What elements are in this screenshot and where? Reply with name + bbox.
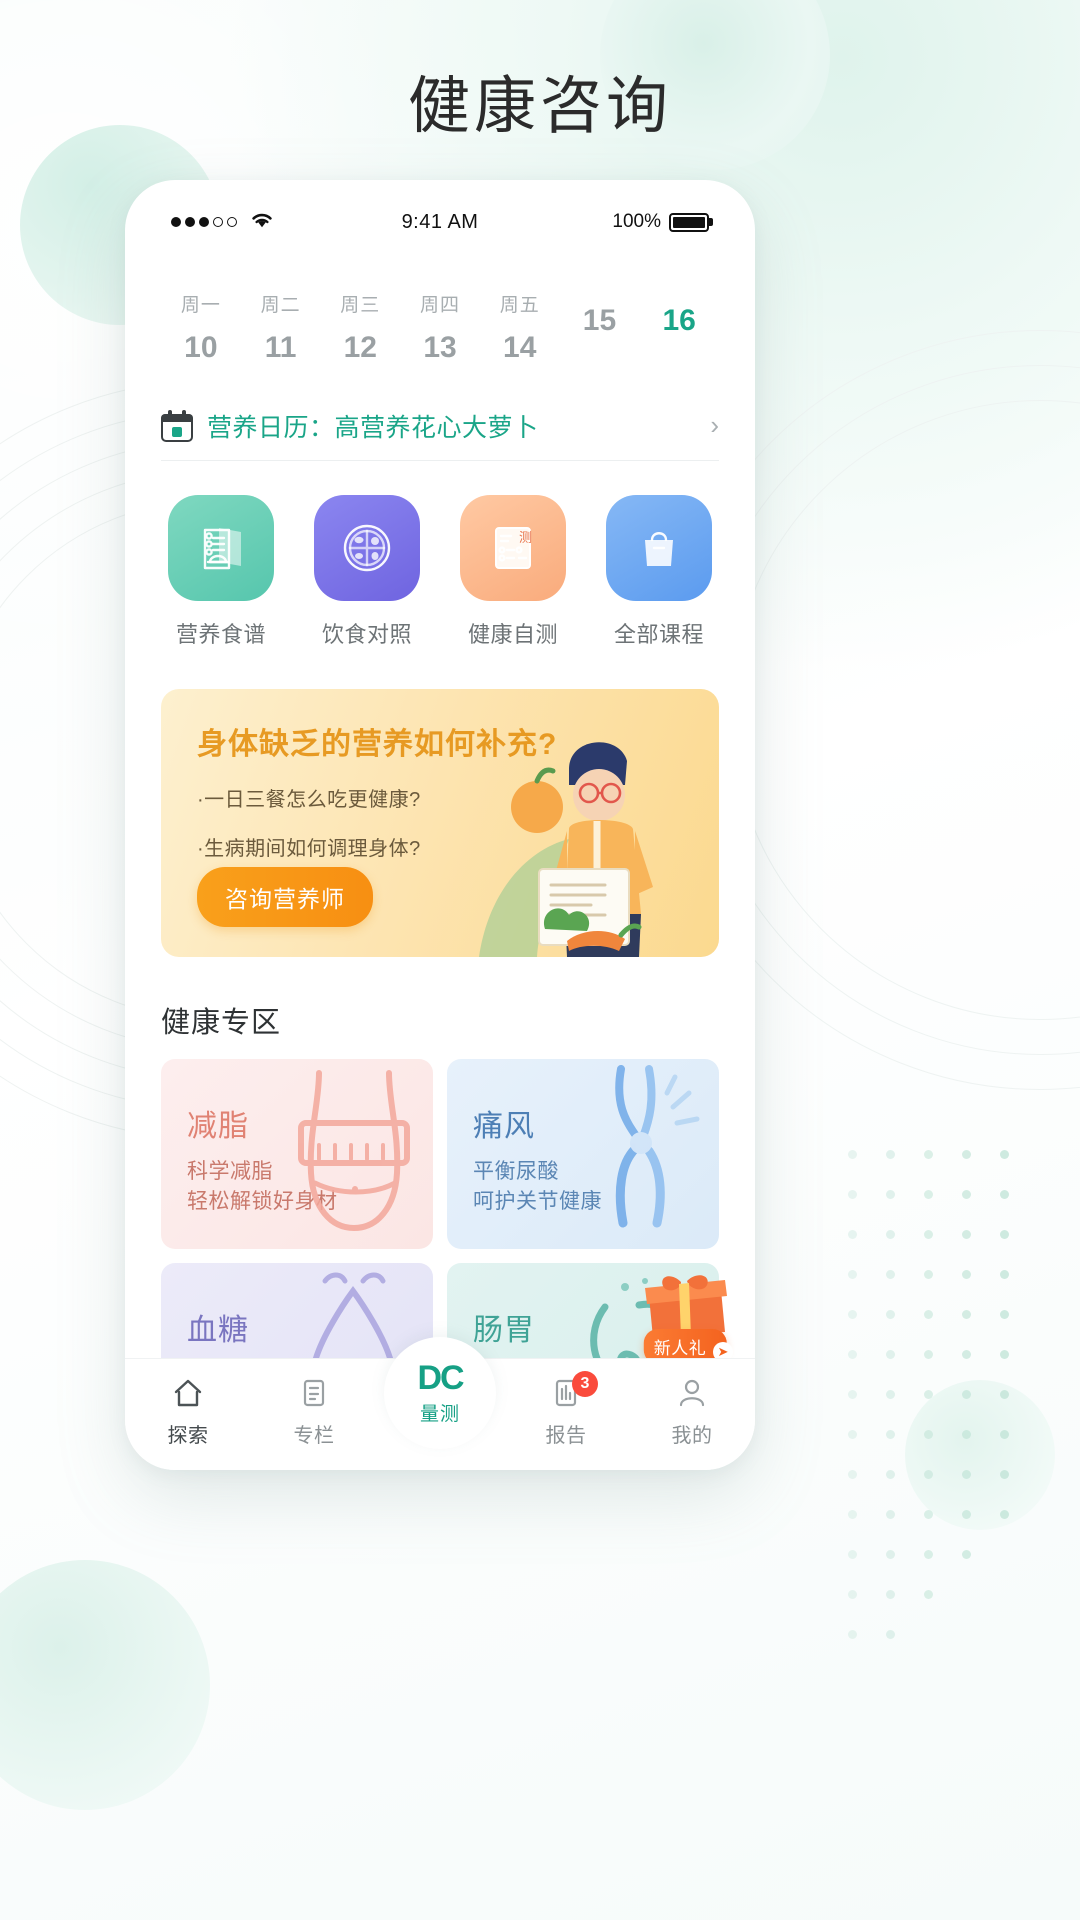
day-column[interactable]: 周五 14 xyxy=(480,290,560,365)
svg-text:测: 测 xyxy=(519,530,532,545)
quick-action-self-test[interactable]: 测 健康自测 xyxy=(453,495,573,649)
recipe-book-icon xyxy=(168,495,274,601)
measure-fab-icon[interactable]: DC 量测 xyxy=(384,1337,496,1449)
quick-action-all-courses[interactable]: 全部课程 xyxy=(599,495,719,649)
tab-label: 报告 xyxy=(545,1425,587,1447)
quick-action-label: 营养食谱 xyxy=(175,622,266,647)
day-of-week-label: 周二 xyxy=(260,295,301,316)
quick-action-diet-compare[interactable]: 饮食对照 xyxy=(307,495,427,649)
day-of-week-label: 周五 xyxy=(499,295,540,316)
day-number: 16 xyxy=(662,304,696,337)
battery-percent-label: 100% xyxy=(612,211,662,232)
all-courses-icon xyxy=(606,495,712,601)
health-zone-title: 健康专区 xyxy=(161,1007,282,1039)
page-title: 健康咨询 xyxy=(407,72,672,141)
consult-nutritionist-button[interactable]: 咨询营养师 xyxy=(197,867,373,927)
battery-full-icon xyxy=(669,212,710,232)
signal-dots-icon xyxy=(171,217,237,227)
day-of-week-label: 周三 xyxy=(340,295,381,316)
promo-bullet: ·一日三餐怎么吃更健康? xyxy=(197,789,421,811)
tab-label: 专栏 xyxy=(293,1425,335,1447)
wifi-icon xyxy=(249,210,275,235)
bottom-tab-bar: 探索 专栏 DC 量测 3 报告 我的 xyxy=(125,1337,755,1470)
quick-action-label: 饮食对照 xyxy=(321,622,412,647)
tab-profile[interactable]: 我的 xyxy=(629,1373,755,1448)
day-column[interactable]: 周二 11 xyxy=(241,290,321,365)
profile-icon xyxy=(629,1373,755,1413)
health-card-gout[interactable]: 痛风 平衡尿酸 呵护关节健康 xyxy=(447,1059,719,1249)
column-icon xyxy=(251,1373,377,1413)
health-test-icon: 测 xyxy=(460,495,566,601)
decorative-dot-grid xyxy=(848,1150,1038,1670)
gift-badge-arrow-icon: ➤ xyxy=(713,1342,733,1358)
day-number: 10 xyxy=(184,331,218,364)
fab-logo: DC xyxy=(417,1358,464,1397)
promo-headline: 身体缺乏的营养如何补充? xyxy=(197,728,558,761)
health-card-fat-loss[interactable]: 减脂 科学减脂 轻松解锁好身材 xyxy=(161,1059,433,1249)
status-bar: 9:41 AM 100% xyxy=(125,180,755,244)
home-icon xyxy=(125,1373,251,1413)
report-icon xyxy=(503,1373,629,1413)
day-column[interactable]: 周一 10 xyxy=(161,290,241,365)
phone-mockup: 9:41 AM 100% 周一 10 周二 11 周三 12 周四 13 周五 … xyxy=(125,180,755,1470)
tab-label: 我的 xyxy=(671,1425,713,1447)
day-number: 15 xyxy=(582,304,617,337)
day-number: 11 xyxy=(264,331,297,364)
app-screen: 周一 10 周二 11 周三 12 周四 13 周五 14 15 16 营养日历… xyxy=(125,244,755,1358)
new-user-gift-badge[interactable]: 新人礼 ➤ xyxy=(633,1274,737,1358)
food-plate-icon xyxy=(314,495,420,601)
day-column-selected[interactable]: 16 xyxy=(639,290,719,365)
fab-label: 量测 xyxy=(419,1403,460,1425)
quick-action-recipe[interactable]: 营养食谱 xyxy=(161,495,281,649)
blood-drop-icon xyxy=(279,1267,429,1358)
status-bar-time: 9:41 AM xyxy=(401,210,479,233)
quick-action-label: 健康自测 xyxy=(467,622,558,647)
calendar-icon xyxy=(161,409,193,442)
day-number: 14 xyxy=(503,331,537,364)
promo-banner[interactable]: 身体缺乏的营养如何补充? ·一日三餐怎么吃更健康? ·生病期间如何调理身体? 咨… xyxy=(161,689,719,957)
tab-report[interactable]: 3 报告 xyxy=(503,1371,629,1448)
tab-column[interactable]: 专栏 xyxy=(251,1373,377,1448)
tab-label: 探索 xyxy=(167,1425,209,1447)
nutrition-calendar-label: 营养日历：高营养花心大萝卜 xyxy=(207,413,539,442)
waist-tape-icon xyxy=(279,1063,429,1235)
quick-actions-row: 营养食谱 饮食对照 测 健康自测 全部课程 xyxy=(161,495,719,649)
nutrition-calendar-row[interactable]: 营养日历：高营养花心大萝卜 › xyxy=(161,391,719,461)
day-of-week-label: 周四 xyxy=(420,295,461,316)
day-of-week-label: 周一 xyxy=(180,295,221,316)
week-strip[interactable]: 周一 10 周二 11 周三 12 周四 13 周五 14 15 16 xyxy=(161,290,719,365)
report-badge: 3 xyxy=(572,1371,598,1397)
promo-bullet: ·生病期间如何调理身体? xyxy=(197,838,421,860)
day-column[interactable]: 周四 13 xyxy=(400,290,480,365)
joint-icon xyxy=(565,1063,715,1235)
chevron-right-icon[interactable]: › xyxy=(710,410,719,441)
quick-action-label: 全部课程 xyxy=(613,622,704,647)
day-number: 12 xyxy=(343,331,377,364)
tab-explore[interactable]: 探索 xyxy=(125,1373,251,1448)
day-column[interactable]: 15 xyxy=(560,290,640,365)
day-column[interactable]: 周三 12 xyxy=(320,290,400,365)
day-number: 13 xyxy=(423,331,457,364)
health-card-blood-sugar[interactable]: 血糖 绿色控糖 告别并发症 xyxy=(161,1263,433,1358)
